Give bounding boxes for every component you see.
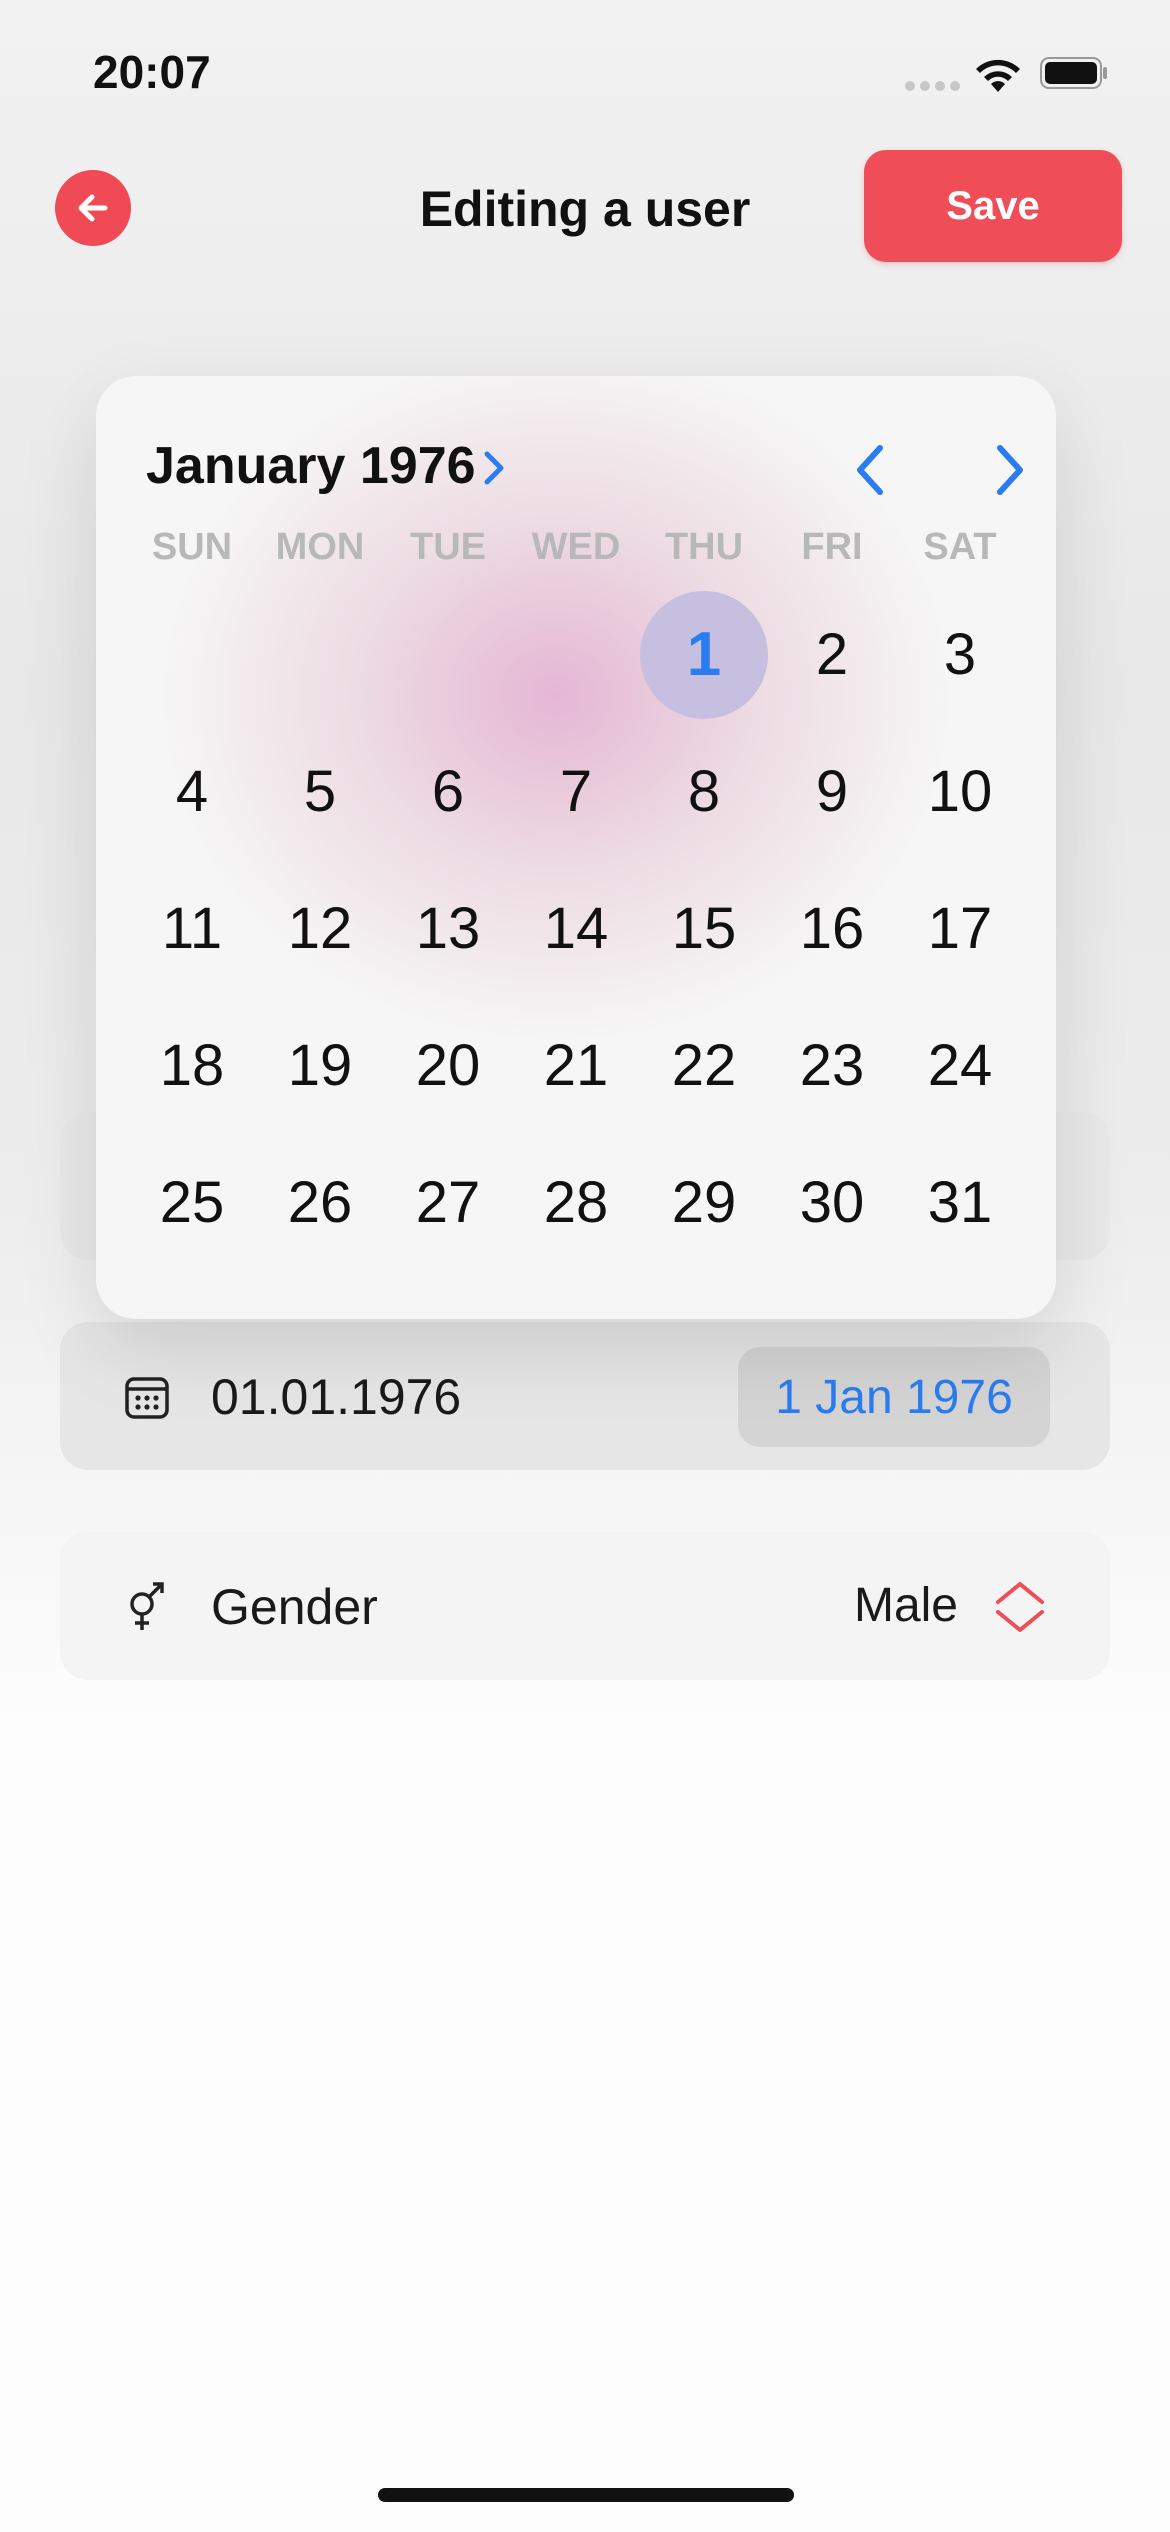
- day-2[interactable]: 2: [768, 586, 896, 723]
- day-number: 1: [686, 620, 722, 689]
- calendar-popover: January 1976 SUN MON TUE WED THU FRI SAT…: [96, 376, 1056, 1319]
- day-number: 30: [799, 1170, 865, 1235]
- day-number: 24: [927, 1033, 993, 1098]
- day-number: 27: [415, 1170, 481, 1235]
- day-23[interactable]: 23: [768, 997, 896, 1134]
- day-17[interactable]: 17: [896, 860, 1024, 997]
- day-blank: [384, 586, 512, 723]
- day-number: 25: [159, 1170, 225, 1235]
- weekday-label: TUE: [410, 526, 486, 568]
- cellular-signal-icon: [905, 78, 965, 96]
- day-number: 7: [559, 759, 593, 824]
- day-number: 6: [431, 759, 465, 824]
- chevron-right-icon[interactable]: [481, 448, 509, 488]
- weekday-header: SUN MON TUE WED THU FRI SAT: [128, 526, 1024, 576]
- weekday-label: FRI: [801, 526, 863, 568]
- day-29[interactable]: 29: [640, 1134, 768, 1271]
- day-number: 23: [799, 1033, 865, 1098]
- previous-month-button[interactable]: [846, 440, 896, 500]
- day-27[interactable]: 27: [384, 1134, 512, 1271]
- day-13[interactable]: 13: [384, 860, 512, 997]
- gender-value: Male: [853, 1579, 958, 1632]
- day-blank: [256, 586, 384, 723]
- status-time: 20:07: [93, 46, 211, 98]
- day-6[interactable]: 6: [384, 723, 512, 860]
- day-number: 15: [671, 896, 737, 961]
- day-number: 29: [671, 1170, 737, 1235]
- day-number: 19: [287, 1033, 353, 1098]
- day-number: 18: [159, 1033, 225, 1098]
- navigation-bar: Editing a user Save: [0, 140, 1170, 270]
- day-22[interactable]: 22: [640, 997, 768, 1134]
- chevron-up-down-icon[interactable]: [992, 1578, 1048, 1636]
- birthdate-row[interactable]: 01.01.1976 1 Jan 1976: [60, 1322, 1110, 1470]
- day-number: 14: [543, 896, 609, 961]
- weekday-label: SUN: [151, 526, 233, 568]
- day-number: 16: [799, 896, 865, 961]
- day-number: 17: [927, 896, 993, 961]
- day-21[interactable]: 21: [512, 997, 640, 1134]
- day-number: 21: [543, 1033, 609, 1098]
- next-month-button[interactable]: [984, 440, 1034, 500]
- home-indicator: [378, 2488, 794, 2502]
- month-year-label[interactable]: January 1976: [146, 436, 476, 496]
- gender-icon: [130, 1582, 164, 1630]
- day-11[interactable]: 11: [128, 860, 256, 997]
- day-5[interactable]: 5: [256, 723, 384, 860]
- day-number: 8: [687, 759, 721, 824]
- day-number: 12: [287, 896, 353, 961]
- day-number: 22: [671, 1033, 737, 1098]
- save-button[interactable]: Save: [864, 150, 1122, 262]
- day-16[interactable]: 16: [768, 860, 896, 997]
- day-number: 31: [927, 1170, 993, 1235]
- day-1[interactable]: 1: [640, 586, 768, 723]
- day-7[interactable]: 7: [512, 723, 640, 860]
- wifi-icon: [976, 59, 1020, 92]
- day-4[interactable]: 4: [128, 723, 256, 860]
- day-number: 3: [943, 622, 977, 687]
- day-number: 2: [815, 622, 849, 687]
- day-number: 5: [303, 759, 337, 824]
- day-24[interactable]: 24: [896, 997, 1024, 1134]
- status-bar: 20:07: [0, 0, 1170, 140]
- day-18[interactable]: 18: [128, 997, 256, 1134]
- day-28[interactable]: 28: [512, 1134, 640, 1271]
- weekday-label: THU: [664, 526, 744, 568]
- day-9[interactable]: 9: [768, 723, 896, 860]
- gender-row[interactable]: Gender Male: [60, 1532, 1110, 1680]
- day-12[interactable]: 12: [256, 860, 384, 997]
- day-19[interactable]: 19: [256, 997, 384, 1134]
- day-number: 9: [815, 759, 849, 824]
- day-31[interactable]: 31: [896, 1134, 1024, 1271]
- day-number: 20: [415, 1033, 481, 1098]
- weekday-label: MON: [275, 526, 365, 568]
- weekday-label: SAT: [923, 526, 997, 568]
- weekday-label: WED: [531, 526, 621, 568]
- day-blank: [128, 586, 256, 723]
- day-number: 28: [543, 1170, 609, 1235]
- day-8[interactable]: 8: [640, 723, 768, 860]
- day-25[interactable]: 25: [128, 1134, 256, 1271]
- day-30[interactable]: 30: [768, 1134, 896, 1271]
- day-number: 26: [287, 1170, 353, 1235]
- calendar-icon: [125, 1377, 169, 1419]
- gender-label: Gender: [211, 1579, 378, 1635]
- day-number: 11: [161, 896, 223, 961]
- day-number: 4: [175, 759, 209, 824]
- battery-icon: [1040, 57, 1107, 89]
- calendar-header: January 1976: [146, 426, 1026, 506]
- day-20[interactable]: 20: [384, 997, 512, 1134]
- birthdate-value: 01.01.1976: [211, 1369, 462, 1425]
- day-10[interactable]: 10: [896, 723, 1024, 860]
- days-grid: 1 2 3 4 5 6 7 8 9 10 11 12 13 14 15 16 17 18 19 20 21 22 23 24 2…: [128, 586, 1024, 1271]
- day-number: 13: [415, 896, 481, 961]
- day-14[interactable]: 14: [512, 860, 640, 997]
- date-picker-chip[interactable]: 1 Jan 1976: [738, 1347, 1050, 1447]
- day-26[interactable]: 26: [256, 1134, 384, 1271]
- day-15[interactable]: 15: [640, 860, 768, 997]
- day-number: 10: [927, 759, 993, 824]
- day-blank: [512, 586, 640, 723]
- day-3[interactable]: 3: [896, 586, 1024, 723]
